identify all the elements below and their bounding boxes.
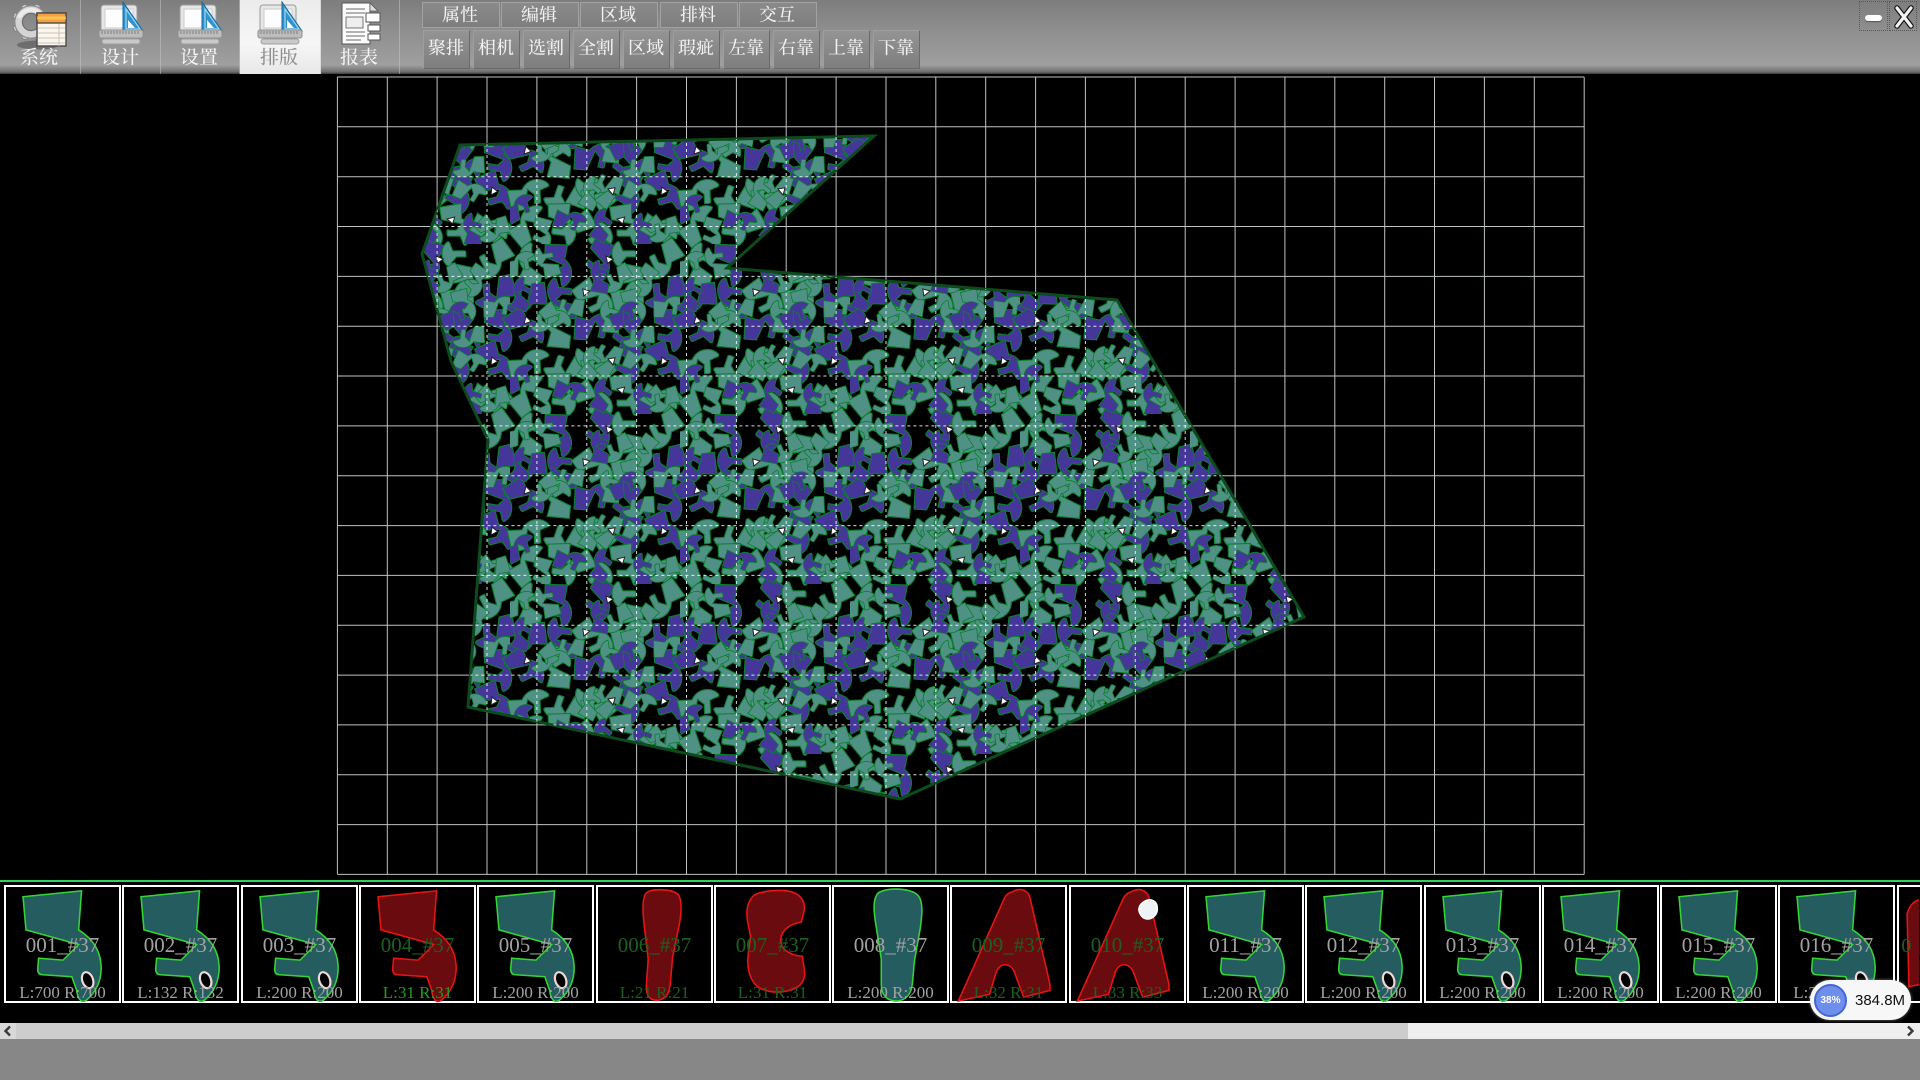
svg-text:0: 0 <box>1901 935 1911 957</box>
